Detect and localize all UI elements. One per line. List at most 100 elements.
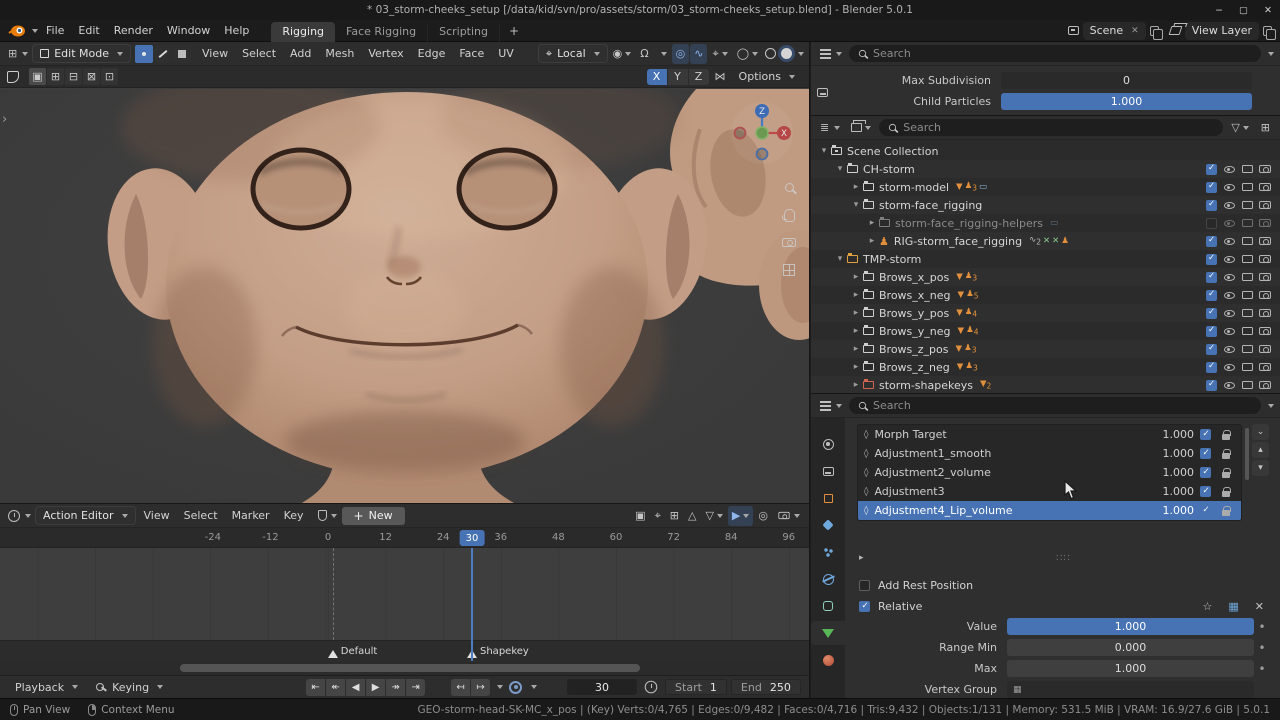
playhead[interactable] [471, 548, 473, 661]
max-subdivision-field[interactable]: 0 [1001, 72, 1252, 89]
shading-solid-icon[interactable] [781, 48, 792, 59]
selectability-checkbox[interactable] [1202, 236, 1220, 247]
dope-sheet-menu-select[interactable]: Select [177, 507, 225, 524]
disable-viewport-icon[interactable] [1238, 362, 1256, 373]
marker-triangle-default[interactable] [328, 650, 338, 658]
marker-strip[interactable]: DefaultShapekey [0, 640, 809, 661]
disclosure-closed-icon[interactable]: ▸ [849, 272, 863, 282]
mirror-z-toggle[interactable]: Z [689, 69, 709, 85]
move-shape-key-up-button[interactable]: ▴ [1252, 442, 1269, 458]
dope-sheet-menu-key[interactable]: Key [277, 507, 311, 524]
disable-viewport-icon[interactable] [1238, 272, 1256, 283]
menu-file[interactable]: File [39, 22, 71, 39]
disclosure-closed-icon[interactable]: ▸ [849, 326, 863, 336]
move-shape-key-down-button[interactable]: ▾ [1252, 460, 1269, 476]
disable-viewport-icon[interactable] [1238, 200, 1256, 211]
viewport-menu-select[interactable]: Select [235, 45, 283, 62]
play-button[interactable]: ▶ [366, 679, 385, 696]
mode-selector[interactable]: Edit Mode [32, 44, 131, 63]
current-frame-badge[interactable]: 30 [460, 530, 485, 546]
hide-eye-icon[interactable] [1220, 344, 1238, 355]
dope-sheet-menu-marker[interactable]: Marker [225, 507, 277, 524]
outliner-row-tmp-storm[interactable]: ▾TMP-storm [811, 250, 1280, 268]
hide-eye-icon[interactable] [1220, 272, 1238, 283]
vertex-select-icon[interactable] [135, 45, 153, 63]
camera-view-icon[interactable] [779, 232, 799, 252]
snap-settings-dropdown[interactable] [654, 44, 671, 64]
active-tool-icon[interactable] [7, 71, 19, 83]
outliner-row-storm-shapekeys[interactable]: ▸storm-shapekeys▼2 [811, 376, 1280, 393]
jump-to-end-button[interactable]: ⇥ [406, 679, 425, 696]
options-dropdown[interactable]: Options [732, 67, 802, 86]
zoom-icon[interactable] [779, 177, 799, 197]
disclosure-closed-icon[interactable]: ▸ [849, 344, 863, 354]
dope-sheet-menu-view[interactable]: View [137, 507, 177, 524]
navigation-gizmo[interactable]: Z X [730, 101, 794, 165]
scene-field[interactable]: Scene ✕ [1083, 22, 1146, 40]
disable-render-icon[interactable] [1256, 308, 1274, 319]
outliner-row-brows-z-neg[interactable]: ▸Brows_z_neg▼♟3 [811, 358, 1280, 376]
view-layer-field[interactable]: View Layer [1185, 22, 1259, 40]
outliner-row-brows-y-neg[interactable]: ▸Brows_y_neg▼♟4 [811, 322, 1280, 340]
mute-checkbox[interactable] [1200, 429, 1211, 440]
properties-search-input[interactable]: Search [849, 397, 1261, 414]
overlays-dropdown[interactable]: ◯ [733, 44, 762, 64]
selectability-checkbox[interactable] [1202, 308, 1220, 319]
disable-render-icon[interactable] [1256, 200, 1274, 211]
disable-viewport-icon[interactable] [1238, 344, 1256, 355]
disable-render-icon[interactable] [1256, 380, 1274, 391]
edit-blend-icon[interactable]: ▦ [1224, 597, 1242, 617]
outliner-row-brows-y-pos[interactable]: ▸Brows_y_pos▼♟4 [811, 304, 1280, 322]
disable-render-icon[interactable] [1256, 344, 1274, 355]
snapping-dropdown[interactable]: ▶ [728, 506, 753, 526]
proportional-editing-icon[interactable]: ◎ [672, 44, 690, 64]
viewport-menu-edge[interactable]: Edge [411, 45, 453, 62]
selectability-checkbox[interactable] [1202, 380, 1220, 391]
outliner-row-storm-face-rigging[interactable]: ▾storm-face_rigging [811, 196, 1280, 214]
lock-icon[interactable] [1217, 449, 1235, 459]
workspace-tab-scripting[interactable]: Scripting [428, 22, 500, 42]
viewport-menu-mesh[interactable]: Mesh [318, 45, 361, 62]
viewport-menu-uv[interactable]: UV [491, 45, 521, 62]
pin-icon[interactable]: ☆ [1199, 597, 1217, 617]
animate-dot-icon[interactable]: • [1254, 662, 1270, 676]
disclosure-closed-icon[interactable]: ▸ [849, 362, 863, 372]
workspace-tab-face-rigging[interactable]: Face Rigging [335, 22, 428, 42]
disclosure-open-icon[interactable]: ▾ [833, 164, 847, 174]
start-frame-field[interactable]: Start 1 [665, 679, 727, 695]
editor-type-icon[interactable] [817, 401, 845, 411]
outliner-row-scene-collection[interactable]: ▾Scene Collection [811, 142, 1280, 160]
disable-viewport-icon[interactable] [1238, 236, 1256, 247]
hide-eye-icon[interactable] [1220, 326, 1238, 337]
edge-select-icon[interactable] [154, 45, 172, 63]
hide-eye-icon[interactable] [1220, 308, 1238, 319]
mute-checkbox[interactable] [1200, 486, 1211, 497]
select-new-icon[interactable]: ▣ [29, 68, 46, 85]
close-icon[interactable]: ✕ [1251, 597, 1268, 617]
timeline-ruler[interactable]: 30 -24-1201224364860728496 [0, 528, 809, 548]
selectability-checkbox[interactable] [1202, 164, 1220, 175]
current-frame-field[interactable]: 30 [567, 679, 637, 695]
properties-tab-particles[interactable] [811, 540, 845, 564]
shading-wireframe-icon[interactable] [765, 48, 776, 59]
select-invert-icon[interactable]: ⊠ [83, 68, 100, 85]
timeline-scrollbar[interactable] [0, 661, 809, 675]
hide-eye-icon[interactable] [1220, 164, 1238, 175]
range-min-field[interactable]: 0.000 [1007, 639, 1254, 656]
outliner-row-brows-x-pos[interactable]: ▸Brows_x_pos▼♟3 [811, 268, 1280, 286]
disclosure-closed-icon[interactable]: ▸ [865, 236, 879, 246]
disable-render-icon[interactable] [1256, 218, 1274, 229]
next-frame-button[interactable]: ↦ [471, 679, 490, 696]
add-workspace-button[interactable]: + [501, 24, 527, 38]
menu-render[interactable]: Render [107, 22, 160, 39]
disable-render-icon[interactable] [1256, 290, 1274, 301]
mute-checkbox[interactable] [1200, 467, 1211, 478]
hide-eye-icon[interactable] [1220, 362, 1238, 373]
outliner-row-ch-storm[interactable]: ▾CH-storm [811, 160, 1280, 178]
selectability-checkbox[interactable] [1202, 362, 1220, 373]
properties-tab-object[interactable] [811, 486, 845, 510]
new-action-button[interactable]: + New [342, 507, 405, 525]
view-overlay-dropdown[interactable] [773, 506, 804, 526]
mirror-x-toggle[interactable]: X [647, 69, 667, 85]
filter-dropdown[interactable]: ▽ [701, 506, 726, 526]
